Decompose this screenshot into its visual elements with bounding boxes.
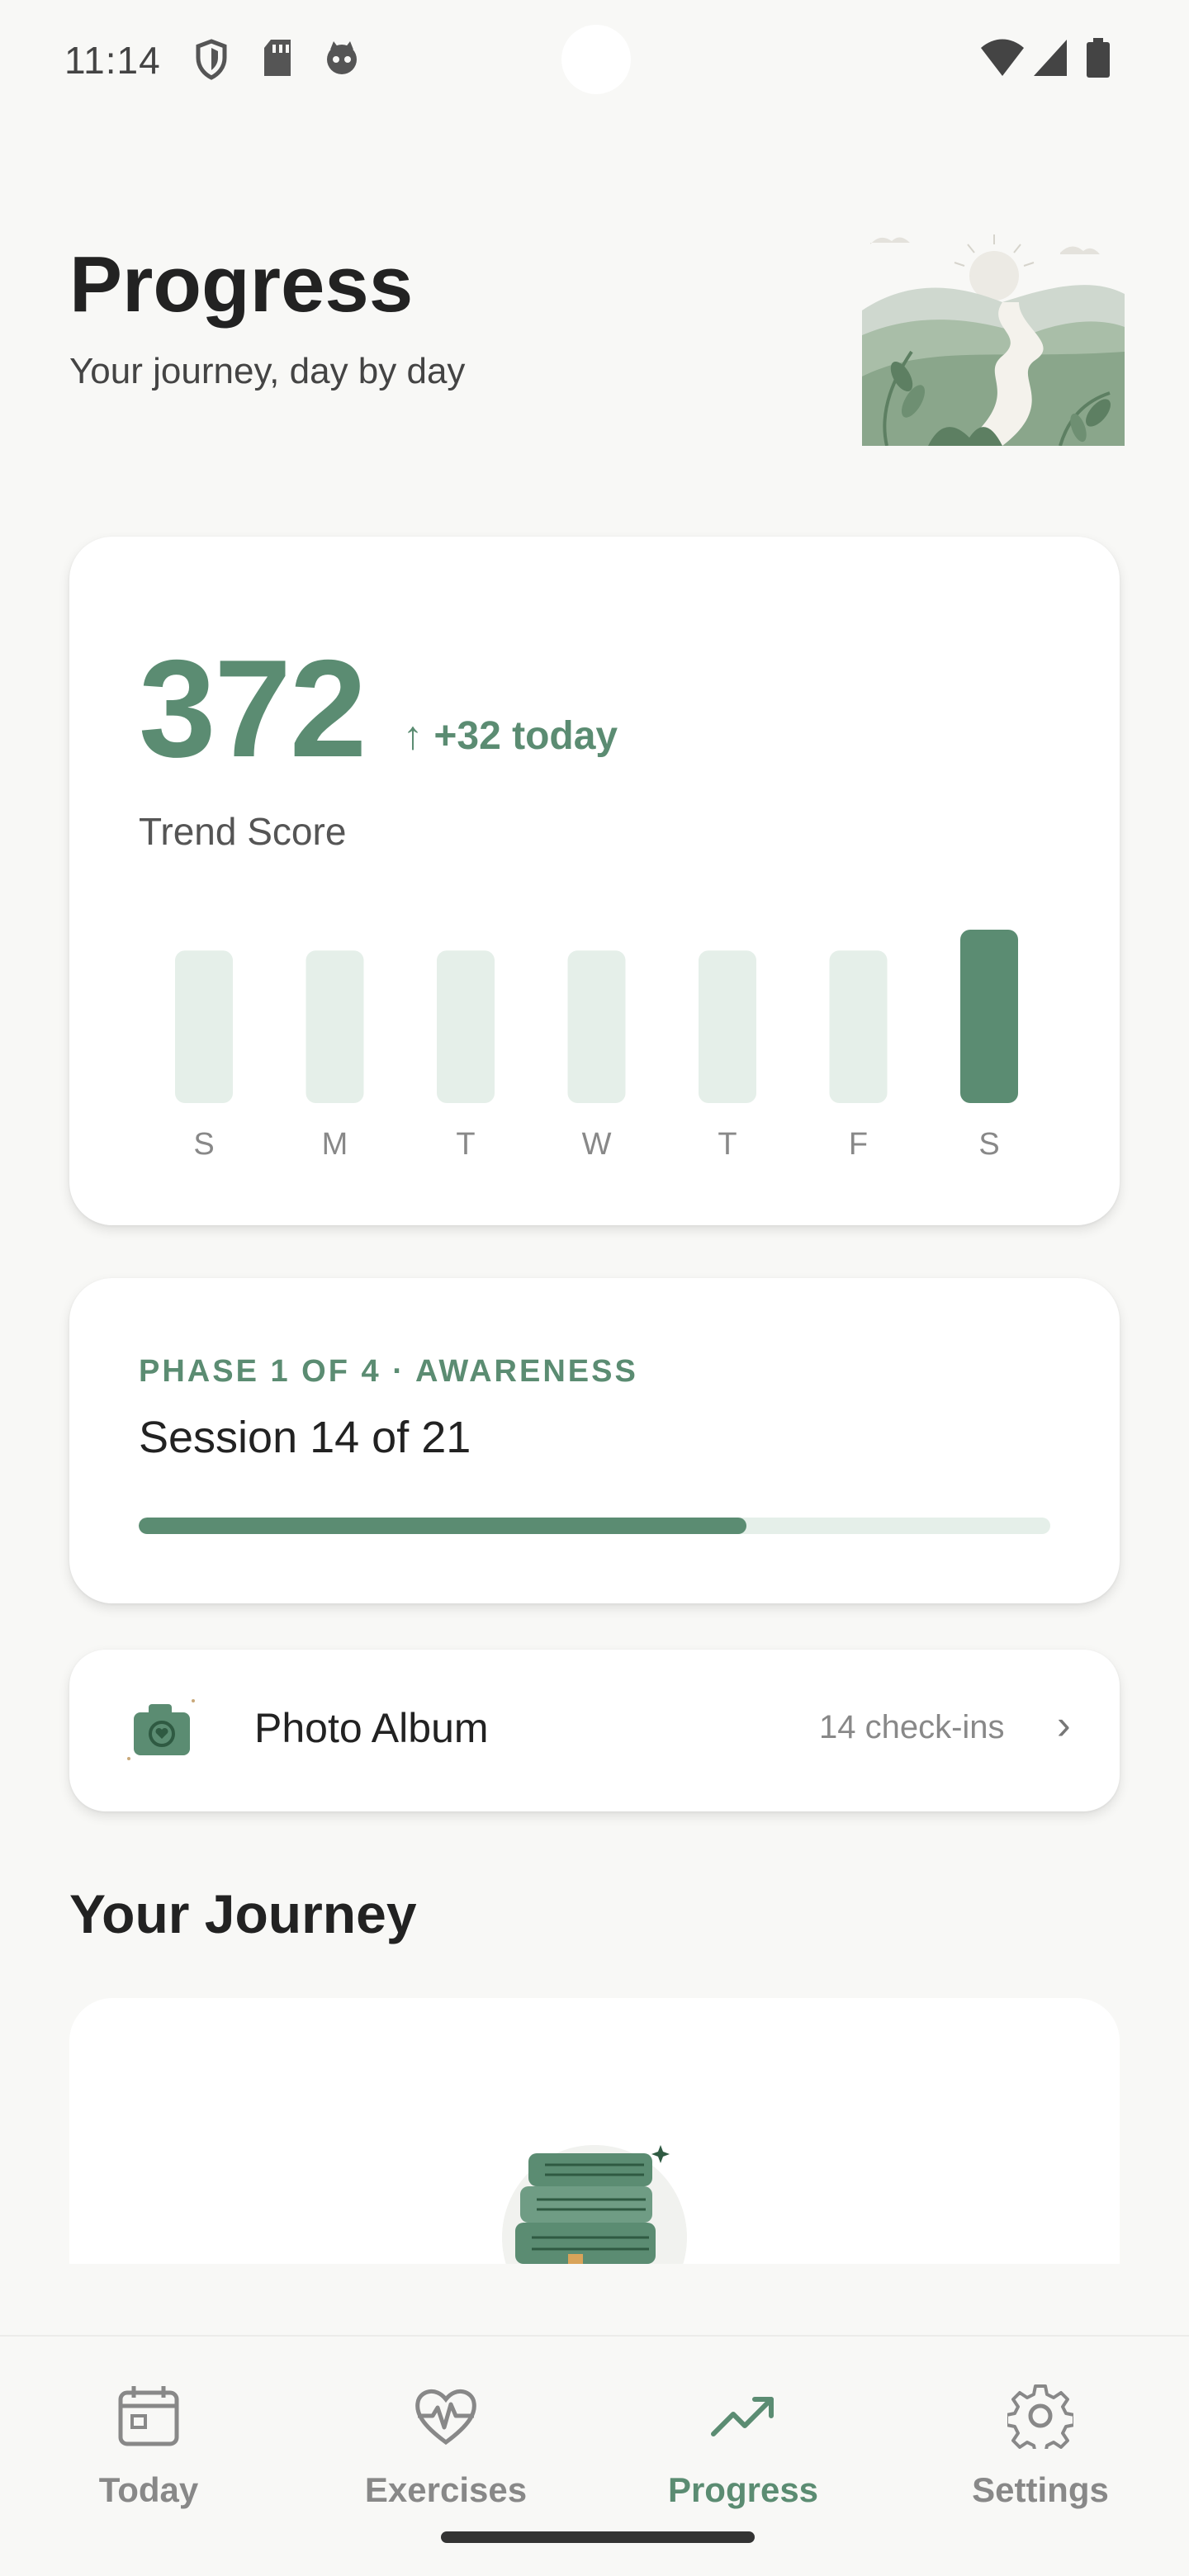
status-bar: 11:14 xyxy=(0,0,1189,124)
journey-card xyxy=(69,1998,1120,2264)
chart-day-label: F xyxy=(849,1127,868,1162)
wifi-icon xyxy=(981,39,1024,76)
face-icon xyxy=(327,41,357,74)
home-indicator[interactable] xyxy=(441,2531,755,2543)
phase-label: PHASE 1 OF 4 · AWARENESS xyxy=(139,1354,638,1389)
nav-item-settings[interactable]: Settings xyxy=(892,2337,1189,2518)
nav-label-exercises: Exercises xyxy=(364,2470,528,2509)
chart-bar xyxy=(699,950,756,1103)
books-illustration xyxy=(502,2145,687,2264)
nav-item-today[interactable]: Today xyxy=(0,2337,297,2518)
camera-cutout xyxy=(561,25,631,94)
chart-day-label: T xyxy=(718,1127,737,1162)
signal-icon xyxy=(1034,40,1067,76)
journey-title: Your Journey xyxy=(69,1883,417,1944)
photo-album-row[interactable]: Photo Album 14 check-ins › xyxy=(69,1650,1120,1811)
chart-bar xyxy=(306,950,364,1103)
chart-bar xyxy=(175,950,233,1103)
chart-day-label: S xyxy=(193,1127,214,1162)
chart-bar xyxy=(437,950,495,1103)
chart-day-label: S xyxy=(978,1127,999,1162)
photo-album-count: 14 check-ins xyxy=(819,1709,1005,1745)
chart-day-label: M xyxy=(322,1127,348,1162)
page-title: Progress xyxy=(69,240,414,329)
gear-icon xyxy=(1007,2384,1073,2449)
phase-card[interactable]: PHASE 1 OF 4 · AWARENESS Session 14 of 2… xyxy=(69,1278,1120,1603)
session-label: Session 14 of 21 xyxy=(139,1413,471,1462)
chart-day-label: T xyxy=(456,1127,475,1162)
weekly-bar-chart: SMTWTFS xyxy=(175,930,1018,1162)
trending-up-icon xyxy=(711,2397,774,2436)
nav-item-progress[interactable]: Progress xyxy=(594,2337,892,2518)
nav-label-today: Today xyxy=(98,2470,199,2509)
photo-album-title: Photo Album xyxy=(254,1705,489,1751)
landscape-illustration xyxy=(862,211,1125,446)
status-time: 11:14 xyxy=(64,39,161,82)
sd-card-icon xyxy=(264,40,291,76)
session-progress-fill xyxy=(139,1518,747,1534)
nav-label-progress: Progress xyxy=(667,2470,819,2509)
trend-score-card: 372 ↑ +32 today Trend Score SMTWTFS xyxy=(69,537,1120,1225)
progress-screen: 11:14 Progress Your journey, day by day xyxy=(0,0,1189,2576)
calendar-icon xyxy=(118,2386,179,2446)
chart-bar xyxy=(829,950,888,1103)
nav-label-settings: Settings xyxy=(972,2470,1109,2509)
chart-bar xyxy=(960,930,1018,1103)
heart-pulse-icon xyxy=(415,2389,476,2446)
battery-icon xyxy=(1087,38,1110,78)
nav-item-exercises[interactable]: Exercises xyxy=(297,2337,594,2518)
shield-icon xyxy=(196,39,227,80)
chevron-right-icon: › xyxy=(1057,1702,1071,1748)
camera-icon xyxy=(127,1699,195,1760)
page-subtitle: Your journey, day by day xyxy=(69,351,466,391)
session-progress-track xyxy=(139,1518,1050,1534)
chart-bar xyxy=(567,950,626,1103)
chart-day-label: W xyxy=(582,1127,612,1162)
